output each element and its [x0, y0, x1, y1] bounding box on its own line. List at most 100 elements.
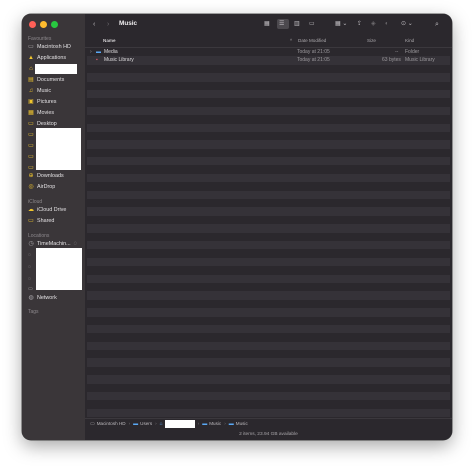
sidebar-item-shared[interactable]: ▭ Shared [24, 216, 83, 226]
empty-row [87, 199, 450, 207]
empty-row [87, 224, 450, 233]
zoom-button[interactable] [51, 21, 58, 28]
sidebar-item-network[interactable]: ◍ Network [24, 293, 83, 303]
table-row[interactable]: ▪ Music Library Today at 21:05 63 bytes … [87, 56, 450, 65]
column-view-button[interactable]: ▥ [292, 19, 304, 29]
delete-icon[interactable]: ◐ [385, 19, 389, 30]
empty-row [87, 300, 450, 308]
sidebar-item-label: Downloads [37, 173, 64, 179]
home-icon: ⌂ [29, 66, 33, 72]
sidebar-item-label: AirDrop [37, 184, 56, 190]
list-view-button[interactable]: ☰ [277, 19, 289, 29]
file-date: Today at 21:05 [297, 49, 330, 55]
empty-row [87, 400, 450, 408]
close-button[interactable] [29, 21, 36, 28]
path-segment[interactable]: ▬ Music [229, 421, 248, 427]
path-bar: ▭ Macintosh HD › ▬ Users › ⌂ › ▬ Music › ▬ M… [85, 418, 452, 428]
empty-row [87, 266, 450, 274]
redacted-folders [36, 128, 81, 170]
icon-view-button[interactable]: ▦ [262, 19, 274, 29]
content-area: ‹ › Music ▦ ☰ ▥ ▭ ▦ ⌄ ⇪ ◈ ◐ ⊙ ⌄ ⌕ Name ^… [85, 14, 452, 440]
sidebar-item-label: iCloud Drive [37, 207, 67, 213]
forward-icon[interactable]: › [107, 19, 109, 30]
folder-icon: ▭ [28, 154, 34, 160]
table-row[interactable]: › ▬ Media Today at 21:05 -- Folder [87, 48, 450, 56]
column-size[interactable]: Size [367, 38, 376, 43]
disk-icon: ◌ [28, 276, 31, 282]
path-segment[interactable]: ▭ Macintosh HD [90, 421, 126, 427]
sort-chevron-icon: ^ [290, 38, 293, 43]
empty-row [87, 140, 450, 149]
shared-folder-icon: ▭ [28, 218, 34, 224]
empty-row [87, 89, 450, 99]
back-icon[interactable]: ‹ [93, 19, 95, 30]
sidebar-item-movies[interactable]: ▦ Movies [24, 108, 83, 118]
disclosure-chevron-icon[interactable]: › [90, 49, 92, 55]
sidebar-item-label: Desktop [37, 121, 57, 127]
sidebar-item-label: Pictures [37, 99, 57, 105]
path-segment[interactable]: ▬ Users [133, 421, 152, 427]
empty-row [87, 384, 450, 392]
column-kind[interactable]: Kind [405, 38, 414, 43]
empty-row [87, 375, 450, 384]
sidebar-item-label: Shared [37, 218, 55, 224]
disk-icon: ▭ [28, 44, 34, 50]
disk-icon: ◌ [28, 252, 31, 258]
finder-window: Favourites ▭ Macintosh HD ▲ Applications… [22, 14, 452, 440]
empty-row [87, 257, 450, 267]
search-icon[interactable]: ⌕ [435, 19, 439, 30]
column-date-modified[interactable]: Date Modified [298, 38, 326, 43]
empty-row [87, 367, 450, 375]
path-segment[interactable]: ⌂ [159, 419, 195, 428]
sidebar-item-airdrop[interactable]: ◎ AirDrop [24, 182, 83, 192]
more-actions-icon[interactable]: ⊙ ⌄ [401, 19, 413, 30]
sidebar-item-label: Documents [37, 77, 65, 83]
window-title: Music [119, 20, 138, 27]
folder-icon: ▬ [96, 49, 101, 55]
sidebar-item-icloud-drive[interactable]: ☁ iCloud Drive [24, 205, 83, 215]
list-icon: ☰ [279, 21, 285, 27]
gallery-icon: ▭ [309, 21, 315, 27]
eject-icon[interactable]: ◌ [74, 241, 78, 247]
empty-row [87, 324, 450, 334]
sidebar-item-label: Movies [37, 110, 55, 116]
empty-row [87, 123, 450, 132]
minimize-button[interactable] [40, 21, 47, 28]
column-name[interactable]: Name [103, 38, 116, 43]
movies-icon: ▦ [28, 110, 34, 116]
path-segment[interactable]: ▬ Music [202, 421, 221, 427]
empty-row [87, 308, 450, 317]
home-icon: ⌂ [159, 420, 163, 427]
desktop-icon: ▭ [28, 121, 34, 127]
gallery-view-button[interactable]: ▭ [307, 19, 319, 29]
empty-row [87, 149, 450, 157]
tag-icon[interactable]: ◈ [371, 19, 376, 30]
sidebar-item-macintosh-hd[interactable]: ▭ Macintosh HD [24, 42, 83, 52]
empty-row [87, 82, 450, 90]
empty-row [87, 73, 450, 82]
empty-row [87, 173, 450, 183]
empty-row [87, 283, 450, 291]
file-size: 63 bytes [382, 57, 401, 64]
empty-row [87, 358, 450, 367]
folder-icon: ▬ [202, 420, 208, 427]
empty-row [87, 341, 450, 351]
file-size: -- [395, 49, 399, 55]
sidebar-item-music[interactable]: ♫ Music [24, 86, 83, 96]
share-icon[interactable]: ⇪ [357, 19, 362, 30]
empty-row [87, 207, 450, 216]
folder-icon: ▬ [133, 420, 139, 427]
path-separator-icon: › [224, 421, 226, 426]
grid-icon: ▦ [264, 21, 270, 27]
folder-icon: ▭ [28, 132, 34, 138]
sidebar-item-applications[interactable]: ▲ Applications [24, 53, 83, 63]
empty-row [87, 317, 450, 325]
empty-row [87, 233, 450, 241]
group-icon[interactable]: ▦ ⌄ [335, 19, 347, 30]
sidebar-item-documents[interactable]: ▤ Documents [24, 75, 83, 85]
window-controls [29, 21, 58, 28]
empty-row [87, 115, 450, 123]
sidebar-item-downloads[interactable]: ⊕ Downloads [24, 171, 83, 181]
sidebar-item-pictures[interactable]: ▣ Pictures [24, 97, 83, 107]
file-kind: Music Library [405, 57, 435, 64]
